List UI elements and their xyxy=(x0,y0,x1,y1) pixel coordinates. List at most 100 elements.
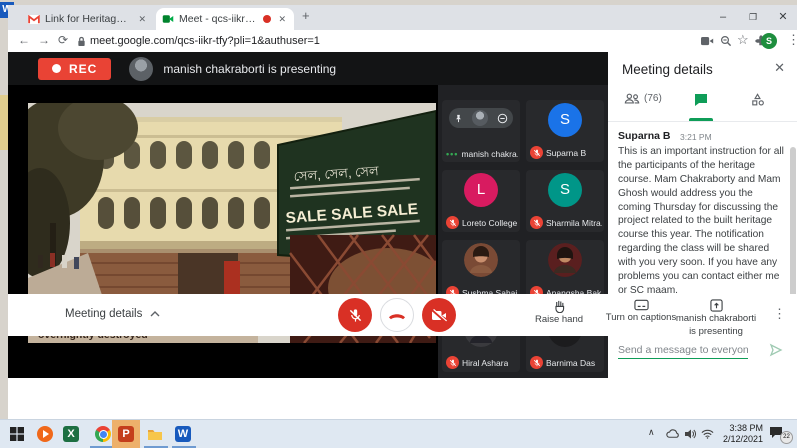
captions-label: Turn on captions xyxy=(606,313,676,324)
remove-participant-icon[interactable] xyxy=(497,113,508,124)
presenting-label-line1: manish chakraborti xyxy=(676,314,756,325)
panel-title: Meeting details xyxy=(622,62,713,77)
mic-off-button[interactable] xyxy=(338,298,372,332)
tile-hover-controls[interactable] xyxy=(449,108,513,128)
minimize-button[interactable]: – xyxy=(708,5,738,30)
mic-off-badge xyxy=(446,216,459,229)
back-icon[interactable]: ← xyxy=(18,33,30,47)
media-player-icon[interactable] xyxy=(36,425,54,443)
profile-avatar[interactable]: S xyxy=(761,33,777,49)
lock-icon xyxy=(77,36,86,47)
avatar-photo xyxy=(464,243,498,277)
raise-hand-label: Raise hand xyxy=(535,315,583,326)
recording-badge: REC xyxy=(38,58,111,80)
address-bar: ← → ⟳ meet.google.com/qcs-iikr-tfy?pli=1… xyxy=(8,30,797,53)
participant-tile-anangsha[interactable]: Anangsha Bak... xyxy=(526,240,604,302)
people-icon xyxy=(624,92,640,105)
clock-time: 3:38 PM xyxy=(723,423,763,434)
browser-window: Link for Heritage Course - thisis ✕ Meet… xyxy=(8,5,797,420)
mic-off-badge xyxy=(530,146,543,159)
pin-icon[interactable] xyxy=(454,114,463,123)
onedrive-icon[interactable] xyxy=(666,429,679,439)
activities-icon xyxy=(750,92,765,107)
chat-input[interactable] xyxy=(618,342,748,359)
new-tab-button[interactable]: + xyxy=(302,8,310,23)
tab-heritage-link[interactable]: Link for Heritage Course - thisis ✕ xyxy=(22,8,154,30)
chat-timestamp: 3:21 PM xyxy=(680,132,712,142)
notification-badge: 22 xyxy=(780,431,793,444)
chat-author: Suparna B xyxy=(618,130,671,142)
gmail-icon xyxy=(28,15,40,24)
hang-up-button[interactable] xyxy=(380,298,414,332)
presenting-label-line2: is presenting xyxy=(689,327,743,338)
participant-tile-sushma[interactable]: Sushma Sahai xyxy=(442,240,520,302)
tab-strip: Link for Heritage Course - thisis ✕ Meet… xyxy=(8,5,797,30)
refresh-icon[interactable]: ⟳ xyxy=(58,33,68,47)
chat-icon xyxy=(693,92,709,108)
panel-scrollbar[interactable] xyxy=(790,147,796,297)
tab-people[interactable]: (76) xyxy=(624,92,662,105)
meet-page: REC manish chakraborti is presenting xyxy=(8,52,797,378)
word-icon[interactable]: W xyxy=(174,425,192,443)
avatar: S xyxy=(548,173,582,207)
start-button[interactable] xyxy=(8,425,26,443)
presenter-avatar xyxy=(129,57,153,81)
speaking-indicator: ••• xyxy=(446,149,458,159)
close-button[interactable]: ✕ xyxy=(768,5,797,30)
presenting-banner: manish chakraborti is presenting xyxy=(163,62,336,76)
tab-close-icon[interactable]: ✕ xyxy=(276,14,288,25)
background-window-sliver xyxy=(0,95,8,150)
desktop: W Link for Heritage Course - thisis ✕ Me… xyxy=(0,0,797,448)
wifi-icon[interactable] xyxy=(701,429,714,439)
mic-off-badge xyxy=(530,216,543,229)
meeting-details-toggle[interactable]: Meeting details xyxy=(65,308,160,320)
people-count: (76) xyxy=(644,93,662,104)
forward-icon[interactable]: → xyxy=(38,33,50,47)
mic-off-badge xyxy=(446,356,459,369)
tray-expand-icon[interactable]: ∧ xyxy=(648,427,655,438)
zoom-icon[interactable] xyxy=(720,35,732,47)
file-explorer-icon[interactable] xyxy=(146,425,164,443)
windows-taskbar: X P W ∧ 3:38 PM 2/12/2021 22 xyxy=(0,419,797,448)
url-text[interactable]: meet.google.com/qcs-iikr-tfy?pli=1&authu… xyxy=(90,35,320,47)
tab-meet[interactable]: Meet - qcs-iikr-tfy ✕ xyxy=(156,8,294,30)
maximize-button[interactable]: ❐ xyxy=(738,5,768,30)
tab-chat[interactable] xyxy=(693,92,709,108)
tab-close-icon[interactable]: ✕ xyxy=(136,14,148,25)
presenting-button[interactable]: manish chakraborti is presenting xyxy=(668,299,764,338)
captions-icon xyxy=(634,299,649,311)
avatar: L xyxy=(464,173,498,207)
taskbar-clock[interactable]: 3:38 PM 2/12/2021 xyxy=(723,423,763,445)
participant-tile-manish[interactable]: •••manish chakra... xyxy=(442,100,520,162)
bookmark-star-icon[interactable]: ☆ xyxy=(737,32,749,48)
meet-header: REC manish chakraborti is presenting xyxy=(8,52,608,85)
raise-hand-button[interactable]: Raise hand xyxy=(528,299,590,326)
camera-off-button[interactable] xyxy=(422,298,456,332)
tab-recording-dot xyxy=(263,15,271,23)
browser-menu-icon[interactable]: ⋮ xyxy=(787,32,797,48)
present-icon xyxy=(710,299,723,312)
more-options-icon[interactable]: ⋮ xyxy=(773,306,786,322)
chat-message: This is an important instruction for all… xyxy=(618,145,786,298)
action-center-icon[interactable]: 22 xyxy=(769,426,791,442)
participant-tile-suparna[interactable]: S Suparna B xyxy=(526,100,604,162)
tab-title: Link for Heritage Course - thisis xyxy=(45,13,131,25)
chrome-icon[interactable] xyxy=(94,425,112,443)
camera-in-use-icon[interactable] xyxy=(701,36,714,46)
powerpoint-icon[interactable]: P xyxy=(117,425,135,443)
send-icon[interactable] xyxy=(769,343,783,357)
meet-bottom-bar: Meeting details Raise hand xyxy=(8,294,797,336)
recording-dot-icon xyxy=(52,64,61,73)
chevron-up-icon xyxy=(150,311,160,317)
tab-activities[interactable] xyxy=(750,92,765,107)
panel-divider xyxy=(608,121,797,122)
participant-tile-loreto[interactable]: L Loreto College xyxy=(442,170,520,232)
volume-icon[interactable] xyxy=(684,428,696,440)
meet-icon xyxy=(162,13,174,25)
excel-icon[interactable]: X xyxy=(62,425,80,443)
participant-tile-sharmila[interactable]: S Sharmila Mitra... xyxy=(526,170,604,232)
panel-close-icon[interactable]: ✕ xyxy=(774,60,785,76)
clock-date: 2/12/2021 xyxy=(723,434,763,445)
tab-title: Meet - qcs-iikr-tfy xyxy=(179,13,258,25)
rec-label: REC xyxy=(69,62,97,76)
